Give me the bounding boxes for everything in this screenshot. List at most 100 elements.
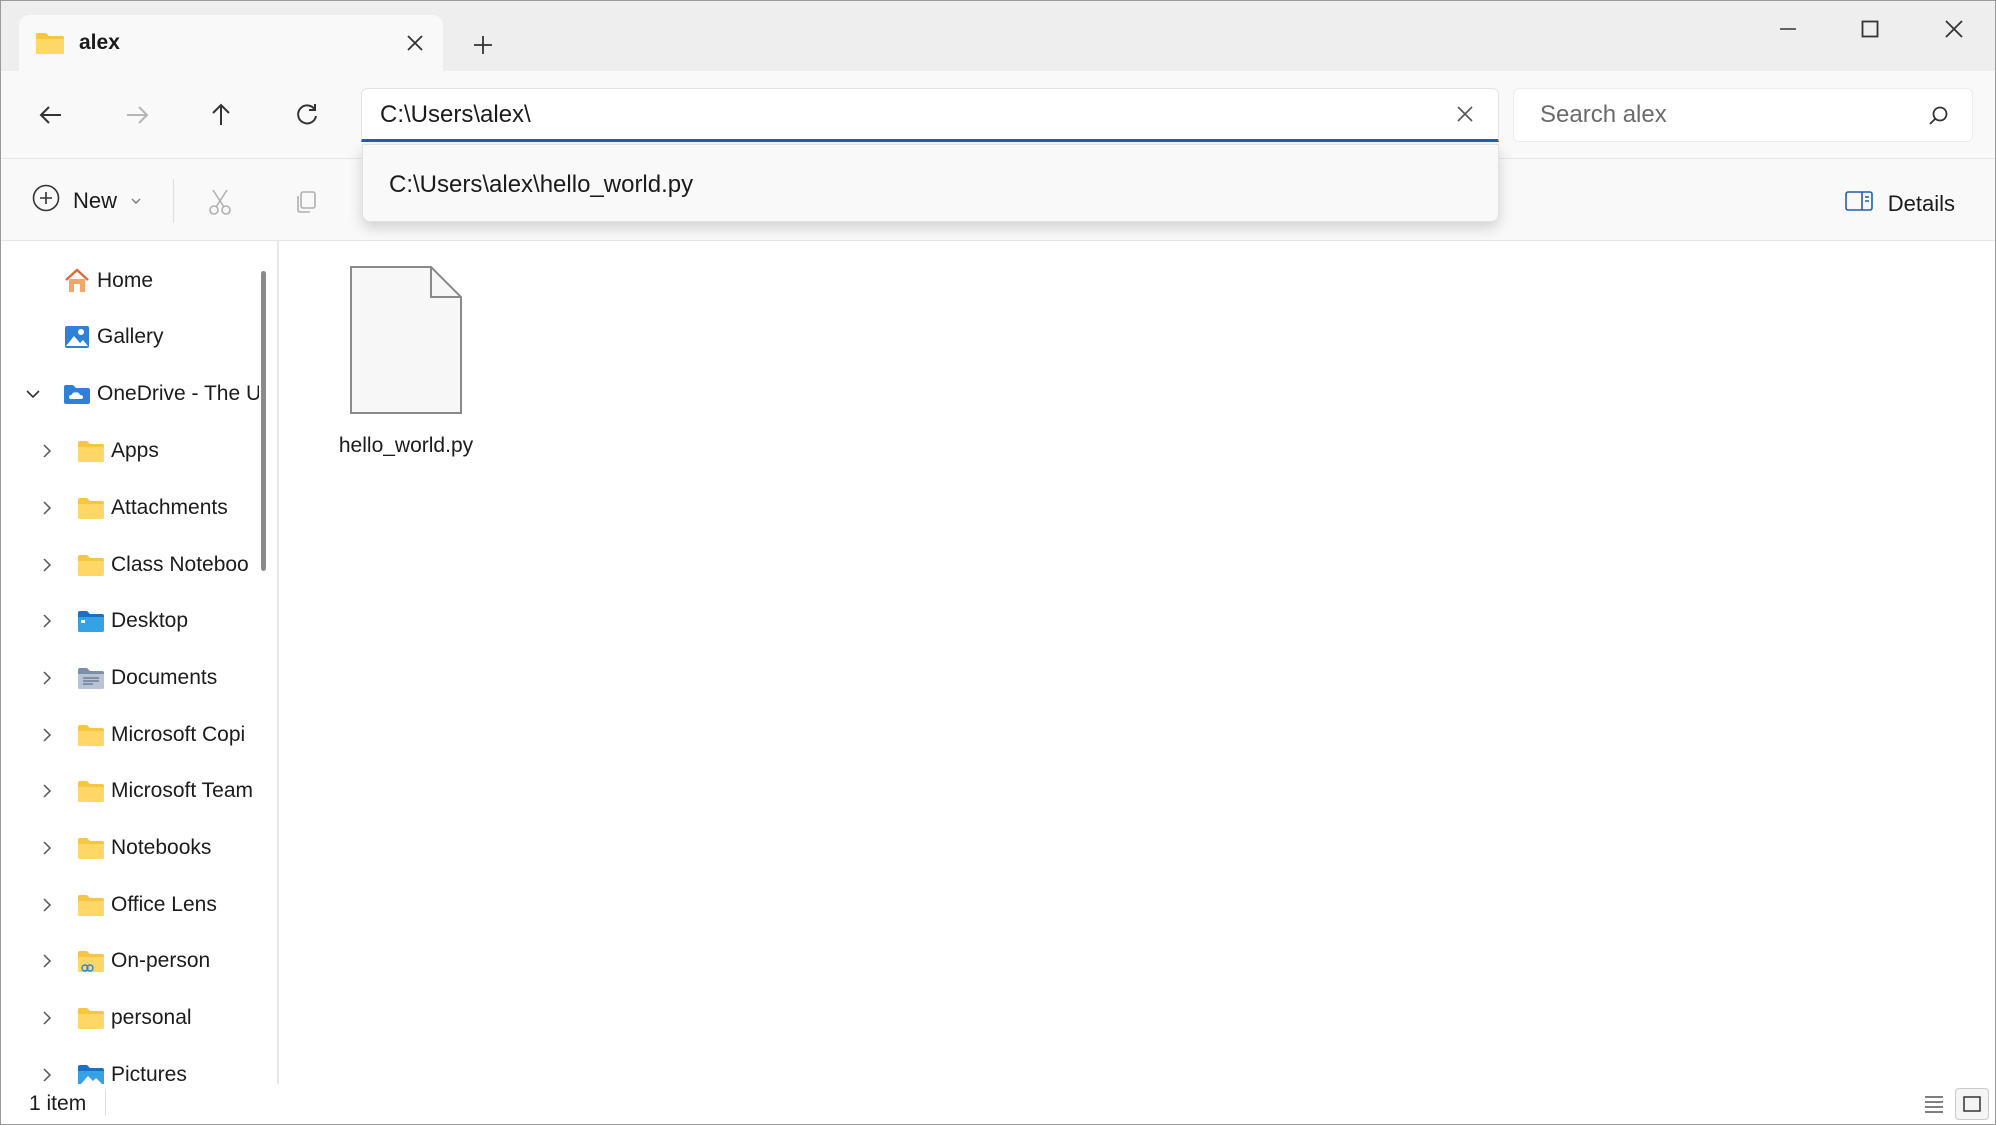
sidebar-item-label: Pictures: [111, 1063, 187, 1084]
command-separator: [173, 179, 174, 223]
title-bar: alex: [1, 1, 1995, 71]
status-bar: 1 item: [1, 1084, 1995, 1124]
up-button[interactable]: [201, 95, 241, 135]
tiles-view-icon[interactable]: [1955, 1088, 1989, 1120]
search-input[interactable]: [1540, 101, 1920, 129]
sidebar-item-class-notebooks[interactable]: Class Noteboo: [1, 543, 259, 587]
sidebar-item-label: Apps: [111, 439, 159, 462]
search-icon[interactable]: [1928, 105, 1950, 132]
sidebar-item-personal[interactable]: personal: [1, 996, 259, 1040]
file-explorer-window: alex C:\Users\alex\ Search alex New Deta…: [0, 0, 1996, 1125]
tab-close-icon[interactable]: [403, 31, 427, 55]
sidebar-item-attachments[interactable]: Attachments: [1, 486, 259, 530]
refresh-button[interactable]: [287, 95, 327, 135]
folder-icon: [77, 777, 105, 805]
search-box[interactable]: [1513, 88, 1973, 142]
suggestion-item[interactable]: C:\Users\alex\hello_world.py: [389, 171, 693, 199]
generic-file-icon: [349, 265, 463, 420]
new-button-label: New: [73, 188, 118, 213]
chevron-right-icon[interactable]: [37, 781, 57, 801]
minimize-button[interactable]: [1753, 9, 1823, 49]
sidebar-item-label: Attachments: [111, 496, 228, 519]
sidebar-item-label: Microsoft Team: [111, 779, 253, 802]
forward-button[interactable]: [117, 95, 157, 135]
sidebar-scrollbar[interactable]: [261, 271, 266, 571]
sidebar-item-onedrive[interactable]: OneDrive - The U: [1, 372, 259, 416]
file-name: hello_world.py: [338, 434, 474, 457]
sidebar-item-label: OneDrive - The U: [97, 382, 259, 405]
chevron-down-icon: [129, 188, 143, 214]
address-input[interactable]: [380, 101, 1380, 129]
sidebar-item-label: Documents: [111, 666, 218, 689]
sidebar-item-label: On-person: [111, 949, 211, 972]
plus-circle-icon: [31, 183, 61, 219]
file-list: hello_world.py: [281, 241, 1995, 1084]
sidebar-item-desktop[interactable]: Desktop: [1, 599, 259, 643]
new-button[interactable]: New: [31, 183, 143, 219]
tab-alex[interactable]: alex: [19, 15, 443, 71]
new-tab-button[interactable]: [467, 29, 499, 61]
sidebar-item-label: Desktop: [111, 609, 189, 632]
folder-icon: [77, 494, 105, 522]
close-window-button[interactable]: [1919, 9, 1989, 49]
sidebar-item-office-lens[interactable]: Office Lens: [1, 883, 259, 927]
file-item[interactable]: hello_world.py: [331, 265, 481, 465]
tab-title: alex: [79, 31, 120, 54]
folder-icon: [35, 31, 65, 60]
folder-icon: [77, 891, 105, 919]
status-separator: [105, 1090, 106, 1116]
address-bar[interactable]: [361, 88, 1499, 142]
chevron-right-icon[interactable]: [37, 895, 57, 915]
chevron-right-icon[interactable]: [37, 1008, 57, 1028]
sidebar-item-microsoft-copilot[interactable]: Microsoft Copi: [1, 713, 259, 757]
maximize-button[interactable]: [1835, 9, 1905, 49]
sidebar-item-documents[interactable]: Documents: [1, 656, 259, 700]
chevron-right-icon[interactable]: [37, 838, 57, 858]
shared-folder-icon: [77, 947, 105, 975]
details-button[interactable]: Details: [1844, 189, 1955, 219]
desktop-folder-icon: [77, 607, 105, 635]
sidebar-item-home[interactable]: Home: [1, 259, 259, 303]
item-count: 1 item: [29, 1092, 87, 1115]
chevron-right-icon[interactable]: [37, 951, 57, 971]
folder-icon: [77, 721, 105, 749]
sidebar-item-microsoft-teams[interactable]: Microsoft Team: [1, 769, 259, 813]
details-view-icon[interactable]: [1917, 1088, 1951, 1120]
sidebar-item-label: Class Noteboo: [111, 553, 249, 576]
sidebar-item-label: Home: [97, 269, 154, 292]
sidebar-item-pictures[interactable]: Pictures: [1, 1053, 259, 1084]
sidebar-item-label: Gallery: [97, 325, 164, 348]
folder-icon: [77, 834, 105, 862]
sidebar-item-label: Notebooks: [111, 836, 212, 859]
chevron-right-icon[interactable]: [37, 498, 57, 518]
chevron-right-icon[interactable]: [37, 611, 57, 631]
sidebar-item-label: Office Lens: [111, 893, 217, 916]
sidebar-item-apps[interactable]: Apps: [1, 429, 259, 473]
details-pane-icon: [1844, 189, 1874, 219]
chevron-right-icon[interactable]: [37, 555, 57, 575]
sidebar-item-label: personal: [111, 1006, 192, 1029]
onedrive-icon: [63, 380, 91, 408]
chevron-right-icon[interactable]: [37, 668, 57, 688]
copy-icon[interactable]: [289, 185, 323, 219]
back-button[interactable]: [31, 95, 71, 135]
home-icon: [63, 267, 91, 295]
sidebar-item-gallery[interactable]: Gallery: [1, 315, 259, 359]
documents-folder-icon: [77, 664, 105, 692]
chevron-down-icon[interactable]: [23, 384, 43, 404]
folder-icon: [77, 551, 105, 579]
clear-address-icon[interactable]: [1454, 103, 1476, 125]
chevron-right-icon[interactable]: [37, 725, 57, 745]
folder-icon: [77, 1004, 105, 1032]
folder-icon: [77, 437, 105, 465]
pictures-folder-icon: [77, 1061, 105, 1084]
navigation-pane: Home Gallery OneDrive - The U Apps Attac…: [1, 241, 279, 1084]
sidebar-item-notebooks[interactable]: Notebooks: [1, 826, 259, 870]
chevron-right-icon[interactable]: [37, 441, 57, 461]
address-suggestion-dropdown: C:\Users\alex\hello_world.py: [362, 144, 1499, 222]
sidebar-item-label: Microsoft Copi: [111, 723, 246, 746]
cut-icon[interactable]: [203, 185, 237, 219]
chevron-right-icon[interactable]: [37, 1065, 57, 1084]
details-label: Details: [1887, 191, 1955, 216]
sidebar-item-on-person[interactable]: On-person: [1, 939, 259, 983]
